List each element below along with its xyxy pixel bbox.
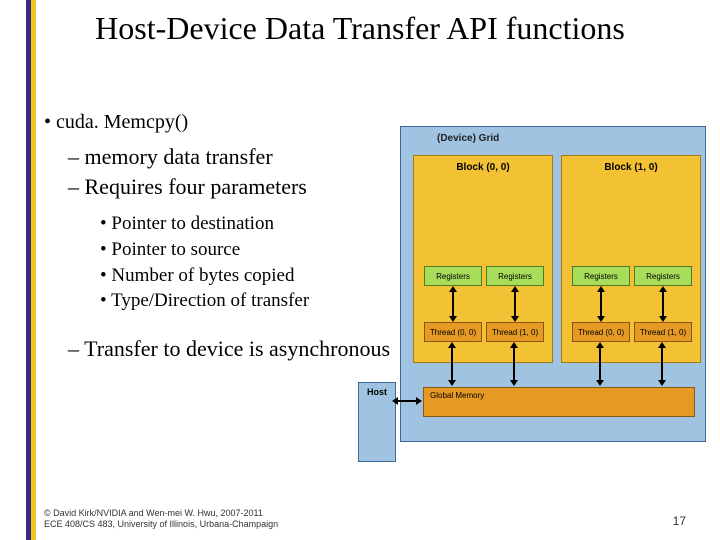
registers-label-0: Registers [424, 266, 482, 286]
slide-body: cuda. Memcpy() memory data transfer Requ… [44, 110, 404, 365]
bullet-param-4: Type/Direction of transfer [100, 289, 404, 313]
host-box: Host [358, 382, 396, 462]
block-1-0-label: Block (1, 0) [562, 162, 700, 173]
memory-diagram: (Device) Grid Block (0, 0) Registers Reg… [400, 126, 706, 476]
thread-1-0: Thread (1, 0) [486, 322, 544, 342]
block-1-0: Block (1, 0) Registers Registers Thread … [561, 155, 701, 363]
device-grid-box: (Device) Grid Block (0, 0) Registers Reg… [400, 126, 706, 442]
bullet-sub-2: Requires four parameters [68, 173, 404, 201]
arrow-icon [662, 291, 664, 317]
thread-0-0-b1: Thread (0, 0) [572, 322, 630, 342]
global-memory-box: Global Memory [423, 387, 695, 417]
arrow-icon [514, 291, 516, 317]
registers-label-2: Registers [572, 266, 630, 286]
device-grid-label: (Device) Grid [437, 133, 499, 144]
registers-label-1: Registers [486, 266, 544, 286]
thread-1-0-b1: Thread (1, 0) [634, 322, 692, 342]
page-number: 17 [673, 514, 686, 528]
bullet-param-1: Pointer to destination [100, 212, 404, 236]
arrow-icon [600, 291, 602, 317]
bullet-sub-1: memory data transfer [68, 143, 404, 171]
arrow-icon [451, 347, 453, 381]
arrow-icon [397, 400, 417, 402]
block-0-0-label: Block (0, 0) [414, 162, 552, 173]
global-memory-label: Global Memory [430, 391, 484, 400]
slide-title: Host-Device Data Transfer API functions [0, 0, 720, 51]
bullet-sub-3: Transfer to device is asynchronous [68, 335, 404, 363]
bullet-param-2: Pointer to source [100, 238, 404, 262]
host-label: Host [367, 387, 387, 397]
bullet-function: cuda. Memcpy() [44, 110, 404, 135]
bullet-param-3: Number of bytes copied [100, 264, 404, 288]
arrow-icon [599, 347, 601, 381]
arrow-icon [661, 347, 663, 381]
footer-line-1: © David Kirk/NVIDIA and Wen-mei W. Hwu, … [44, 508, 278, 519]
registers-label-3: Registers [634, 266, 692, 286]
arrow-icon [513, 347, 515, 381]
slide-footer: © David Kirk/NVIDIA and Wen-mei W. Hwu, … [44, 508, 278, 530]
thread-0-0: Thread (0, 0) [424, 322, 482, 342]
footer-line-2: ECE 408/CS 483, University of Illinois, … [44, 519, 278, 530]
slide-accent-bar [26, 0, 36, 540]
arrow-icon [452, 291, 454, 317]
block-0-0: Block (0, 0) Registers Registers Thread … [413, 155, 553, 363]
